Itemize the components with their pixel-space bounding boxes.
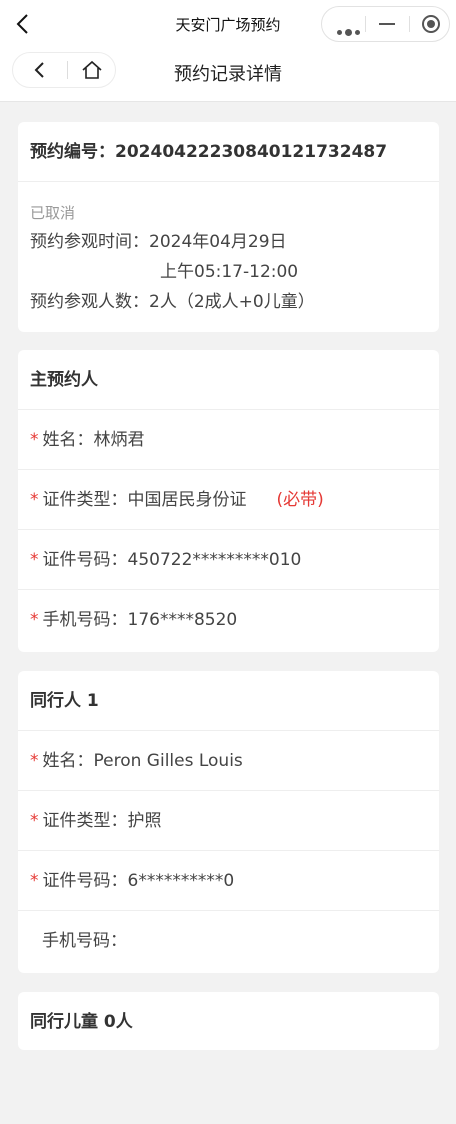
idno-label: 证件号码： [42,550,128,570]
required-mark: * [30,550,39,570]
idno-label: 证件号码： [42,871,128,891]
companion-heading: 同行人 1 [18,671,439,731]
required-mark: * [30,811,39,831]
visit-time-label: 预约参观时间： [30,232,149,252]
idtype-label: 证件类型： [42,490,128,510]
visit-date-value: 2024年04月29日 [149,232,287,252]
close-target-icon [422,15,440,33]
children-heading: 同行儿童 0人 [30,1012,133,1032]
name-label: 姓名： [42,430,94,450]
required-mark: * [30,610,39,630]
idtype-label: 证件类型： [42,811,128,831]
main-name-row: * 姓名：林炳君 [18,410,439,470]
must-bring-note: (必带) [276,490,324,510]
page-nav-bar: 预约记录详情 [0,48,456,102]
companion-card: 同行人 1 * 姓名：Peron Gilles Louis * 证件类型：护照 * 证… [18,671,439,973]
booking-number-value: 20240422230840121732487 [115,142,388,162]
visit-time-row: 预约参观时间：2024年04月29日 [18,227,439,257]
booking-number-label: 预约编号： [30,142,115,162]
companion-idtype-row: * 证件类型：护照 [18,791,439,851]
phone-label: 手机号码： [42,610,128,630]
close-button[interactable] [410,7,452,41]
name-value: Peron Gilles Louis [93,751,243,771]
main-idno-row: * 证件号码：450722*********010 [18,530,439,590]
required-mark: * [30,751,39,771]
page-title: 预约记录详情 [174,64,282,85]
companion-idno-row: * 证件号码：6**********0 [18,851,439,911]
phone-label: 手机号码： [42,931,127,951]
phone-value: 176****8520 [127,610,238,630]
booking-number: 预约编号：20240422230840121732487 [18,122,439,182]
idno-value: 6**********0 [127,871,235,891]
companion-phone-row: 手机号码： [18,911,439,971]
main-phone-row: * 手机号码：176****8520 [18,590,439,650]
required-mark: * [30,871,39,891]
visitor-count-row: 预约参观人数：2人（2成人+0儿童） [18,287,439,317]
minimize-icon [379,23,395,25]
name-value: 林炳君 [93,430,145,450]
main-reserver-heading: 主预约人 [18,350,439,410]
mini-program-capsule [321,6,450,42]
required-mark: * [30,490,39,510]
wechat-title-bar: 天安门广场预约 [0,0,456,48]
visitor-count-value: 2人（2成人+0儿童） [149,292,315,312]
idtype-value: 护照 [127,811,162,831]
visit-time-range: 上午05:17-12:00 [160,262,299,282]
companion-name-row: * 姓名：Peron Gilles Louis [18,731,439,791]
required-mark: * [30,430,39,450]
idtype-value: 中国居民身份证 [127,490,247,510]
idno-value: 450722*********010 [127,550,302,570]
main-reserver-card: 主预约人 * 姓名：林炳君 * 证件类型：中国居民身份证 (必带) * 证件号码：450… [18,350,439,652]
more-dots-icon [337,22,363,41]
minimize-button[interactable] [366,7,408,41]
status-badge: 已取消 [30,204,76,222]
name-label: 姓名： [42,751,94,771]
more-button[interactable] [322,7,364,41]
visitor-count-label: 预约参观人数： [30,292,149,312]
main-idtype-row: * 证件类型：中国居民身份证 (必带) [18,470,439,530]
children-card: 同行儿童 0人 [18,992,439,1050]
booking-summary-card: 预约编号：20240422230840121732487 已取消 预约参观时间：… [18,122,439,332]
